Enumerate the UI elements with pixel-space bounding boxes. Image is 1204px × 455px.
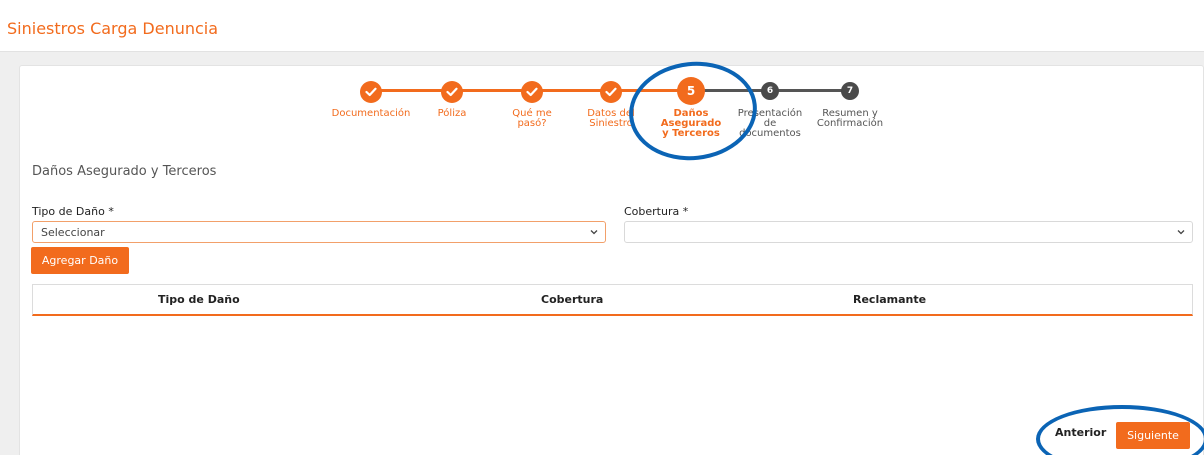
header-bar: Siniestros Carga Denuncia	[0, 0, 1204, 52]
column-header-cobertura[interactable]: Cobertura	[541, 293, 603, 306]
agregar-dano-button[interactable]: Agregar Daño	[31, 247, 129, 274]
step-label: Presentación de documentos	[737, 108, 803, 139]
step-label: Qué me pasó?	[512, 108, 552, 129]
column-header-tipo-dano[interactable]: Tipo de Daño	[158, 293, 240, 306]
danos-table: Tipo de Daño Cobertura Reclamante	[32, 284, 1193, 316]
anterior-button[interactable]: Anterior	[1055, 426, 1106, 439]
tipo-dano-label: Tipo de Daño *	[32, 205, 114, 218]
step-label: Daños Asegurado y Terceros	[660, 108, 722, 139]
step-label: Resumen y Confirmación	[816, 108, 884, 129]
cobertura-select[interactable]	[624, 221, 1193, 243]
stepper: Documentación Póliza Qué me pasó? Datos …	[20, 66, 1204, 166]
chevron-down-icon	[590, 230, 598, 235]
check-icon	[446, 87, 458, 97]
step-6-circle: 6	[761, 82, 779, 100]
step-7-circle: 7	[841, 82, 859, 100]
column-header-reclamante[interactable]: Reclamante	[853, 293, 926, 306]
page-title: Siniestros Carga Denuncia	[7, 19, 219, 38]
check-icon	[526, 87, 538, 97]
step-4-circle	[600, 81, 622, 103]
step-label: Póliza	[437, 108, 467, 119]
required-mark: *	[682, 205, 689, 218]
step-5-circle: 5	[677, 77, 705, 105]
check-icon	[365, 87, 377, 97]
required-mark: *	[108, 205, 114, 218]
tipo-dano-select[interactable]: Seleccionar	[32, 221, 606, 243]
step-2-circle	[441, 81, 463, 103]
chevron-down-icon	[1177, 230, 1185, 235]
siguiente-button[interactable]: Siguiente	[1116, 422, 1190, 449]
section-title: Daños Asegurado y Terceros	[32, 164, 217, 179]
step-label: Datos del Siniestro	[587, 108, 635, 129]
step-3-circle	[521, 81, 543, 103]
step-1-circle	[360, 81, 382, 103]
wizard-card: Documentación Póliza Qué me pasó? Datos …	[19, 65, 1204, 455]
check-icon	[605, 87, 617, 97]
step-label: Documentación	[331, 108, 411, 119]
cobertura-label: Cobertura *	[624, 205, 689, 218]
